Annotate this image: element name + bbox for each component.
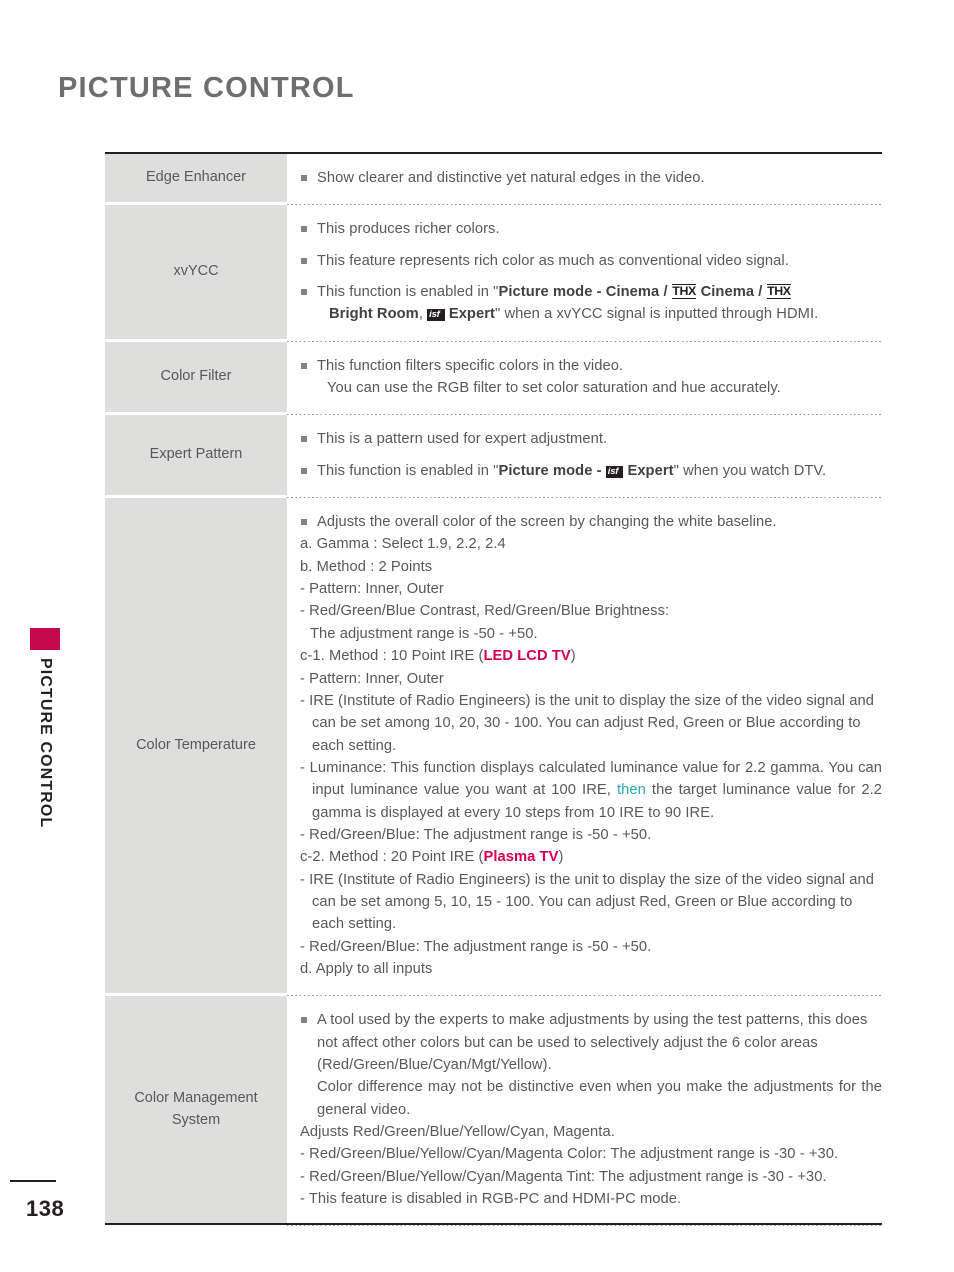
text-separator: / (659, 284, 672, 301)
text-highlight-then: then (616, 782, 646, 799)
page-number: 138 (26, 1196, 65, 1221)
text-line: - IRE (Institute of Radio Engineers) is … (300, 871, 874, 933)
text-segment: c-2. Method : 20 Point IRE ( (300, 849, 484, 866)
row-body-edge-enhancer: Show clearer and distinctive yet natural… (287, 154, 882, 206)
text-line: - Red/Green/Blue/Yellow/Cyan/Magenta Tin… (300, 1168, 827, 1185)
text-segment: " when you watch DTV. (673, 462, 827, 479)
row-body-color-temperature: Adjusts the overall color of the screen … (287, 498, 882, 997)
text-segment: " when a xvYCC signal is inputted throug… (495, 306, 819, 323)
text-separator: , (418, 306, 428, 323)
table-row: Color Management System A tool used by t… (105, 996, 882, 1227)
text-separator: - (592, 462, 606, 479)
table-row: Color Temperature Adjusts the overall co… (105, 498, 882, 997)
text-segment: ) (558, 849, 564, 866)
text-bold-cinema: Cinema (605, 284, 660, 301)
table-row: Color Filter This function filters speci… (105, 341, 882, 416)
text-highlight-led-lcd-tv: LED LCD TV (483, 648, 571, 665)
picture-control-table: Edge Enhancer Show clearer and distincti… (105, 152, 882, 1227)
text-line: - Pattern: Inner, Outer (300, 670, 444, 687)
row-label-color-temperature: Color Temperature (105, 498, 287, 994)
text-line: - Pattern: Inner, Outer (300, 581, 444, 598)
row-body-xvycc: This produces richer colors. This featur… (287, 205, 882, 343)
text-segment: c-1. Method : 10 Point IRE ( (300, 648, 484, 665)
text-separator: - (592, 284, 606, 301)
page-title: PICTURE CONTROL (58, 72, 355, 104)
thx-icon: THX (671, 284, 697, 299)
row-body-color-management-system: A tool used by the experts to make adjus… (287, 996, 882, 1227)
text-line: - Red/Green/Blue: The adjustment range i… (300, 938, 652, 955)
table-row: Edge Enhancer Show clearer and distincti… (105, 154, 882, 206)
bullet-line: This is a pattern used for expert adjust… (300, 428, 882, 450)
text-segment: This function is enabled in " (317, 284, 499, 301)
bullet-line: A tool used by the experts to make adjus… (300, 1009, 882, 1076)
row-body-expert-pattern: This is a pattern used for expert adjust… (287, 415, 882, 498)
text-line: c-2. Method : 20 Point IRE (Plasma TV) (300, 846, 882, 868)
bullet-line: This function is enabled in "Picture mod… (300, 281, 882, 326)
bullet-line: This function filters specific colors in… (300, 355, 882, 377)
row-label-edge-enhancer: Edge Enhancer (105, 154, 287, 203)
bullet-line: This function is enabled in "Picture mod… (300, 460, 882, 482)
text-bold-picture-mode: Picture mode (498, 284, 593, 301)
text-bold-expert: Expert (627, 462, 674, 479)
text-segment: This function is enabled in " (317, 462, 499, 479)
text-line: - Luminance: This function displays calc… (300, 757, 882, 824)
text-highlight-plasma-tv: Plasma TV (483, 849, 559, 866)
row-label-color-management-system: Color Management System (105, 996, 287, 1224)
text-separator: / (754, 284, 767, 301)
bullet-line: This feature represents rich color as mu… (300, 250, 882, 272)
section-vertical-label: PICTURE CONTROL (37, 658, 54, 829)
bullet-line: Show clearer and distinctive yet natural… (300, 167, 882, 189)
text-line: c-1. Method : 10 Point IRE (LED LCD TV) (300, 645, 882, 667)
row-body-color-filter: This function filters specific colors in… (287, 341, 882, 416)
row-label-expert-pattern: Expert Pattern (105, 415, 287, 496)
text-line: - Red/Green/Blue Contrast, Red/Green/Blu… (300, 603, 670, 620)
section-tab-marker (30, 628, 60, 650)
bullet-line: This produces richer colors. (300, 218, 882, 240)
text-line: Color difference may not be distinctive … (317, 1079, 882, 1118)
text-line: d. Apply to all inputs (300, 960, 433, 977)
text-line: - Red/Green/Blue/Yellow/Cyan/Magenta Col… (300, 1146, 839, 1163)
table-row: xvYCC This produces richer colors. This … (105, 205, 882, 343)
text-line: a. Gamma : Select 1.9, 2.2, 2.4 (300, 536, 506, 553)
sub-line: You can use the RGB filter to set color … (327, 380, 781, 397)
text-bold-picture-mode: Picture mode (498, 462, 593, 479)
bullet-line: Adjusts the overall color of the screen … (300, 511, 882, 533)
page-number-rule (10, 1180, 56, 1182)
table-row: Expert Pattern This is a pattern used fo… (105, 415, 882, 498)
text-line: - This feature is disabled in RGB-PC and… (300, 1191, 682, 1208)
row-label-xvycc: xvYCC (105, 205, 287, 339)
text-bold-bright-room: Bright Room (329, 306, 419, 323)
text-line: Adjusts Red/Green/Blue/Yellow/Cyan, Mage… (300, 1124, 615, 1141)
isf-icon: isf (427, 309, 445, 322)
text-bold-expert: Expert (448, 306, 496, 323)
text-bold-cinema-2: Cinema (700, 284, 755, 301)
text-segment: ) (570, 648, 576, 665)
text-line: The adjustment range is -50 - +50. (310, 625, 538, 642)
thx-icon: THX (766, 284, 792, 299)
text-line: - Red/Green/Blue: The adjustment range i… (300, 826, 652, 843)
isf-icon: isf (605, 465, 624, 478)
text-line: - IRE (Institute of Radio Engineers) is … (300, 692, 874, 754)
row-label-color-filter: Color Filter (105, 341, 287, 413)
text-line: b. Method : 2 Points (300, 558, 433, 575)
